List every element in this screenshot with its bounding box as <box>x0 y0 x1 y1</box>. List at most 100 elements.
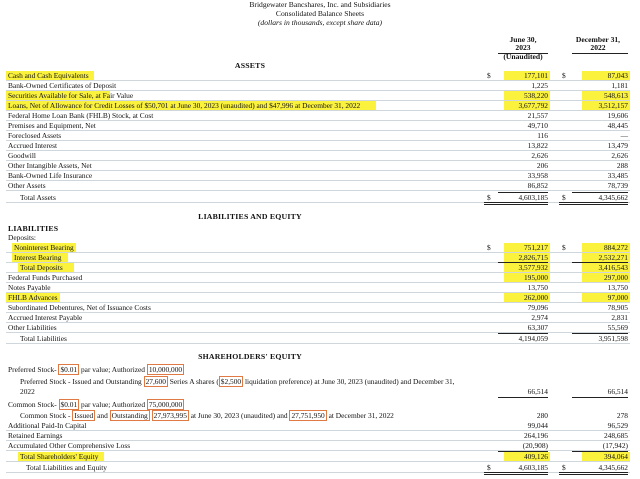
equity-row-value-col1: 264,196 <box>523 431 548 440</box>
prefio-rest: liquidation preference) at June 30, 2023… <box>243 377 455 386</box>
comio-value-col2: 278 <box>616 411 628 420</box>
currency-symbol: $ <box>562 463 566 472</box>
equity-row-value-col2: 96,529 <box>607 421 628 430</box>
subtotal-rule <box>572 192 628 193</box>
equity-row-label: Total Shareholders' Equity <box>20 452 99 461</box>
prefio-series: Series A shares ( <box>167 377 219 386</box>
asset-row-label: Total Assets <box>20 193 56 202</box>
liabilities-equity-heading: LIABILITIES AND EQUITY <box>198 212 302 221</box>
asset-row-value-col1: 49,710 <box>527 121 548 130</box>
liability-row-label: Total Liabilities <box>20 334 67 343</box>
asset-row-value-col1: 116 <box>537 131 548 140</box>
liability-row-value-col2: 55,569 <box>607 323 628 332</box>
asset-row-value-col2: 48,445 <box>607 121 628 130</box>
asset-row-label: Bank-Owned Certificates of Deposit <box>8 81 117 90</box>
liability-row-label: Noninterest Bearing <box>14 243 74 252</box>
asset-row-value-col2: 3,512,157 <box>598 101 628 110</box>
equity-row-value-col1: 4,603,185 <box>518 463 548 472</box>
com-label: Common Stock- <box>8 400 59 409</box>
asset-row-value-col2: 19,606 <box>607 111 628 120</box>
liability-row-value-col2: 2,532,271 <box>598 253 628 262</box>
asset-row-value-col1: 177,101 <box>523 71 548 80</box>
asset-row-label: Goodwill <box>8 151 36 160</box>
equity-row-label: Additional Paid-In Capital <box>8 421 87 430</box>
asset-row-value-col2: 4,345,662 <box>598 193 628 202</box>
liability-row-value-col2: 3,416,543 <box>598 263 628 272</box>
liability-row-value-col2: 97,000 <box>607 293 628 302</box>
equity-row-value-col1: 409,126 <box>523 452 548 461</box>
assets-heading: ASSETS <box>234 61 266 70</box>
asset-row-value-col1: 2,626 <box>531 151 548 160</box>
pref-label: Preferred Stock- <box>8 365 59 374</box>
currency-symbol: $ <box>487 463 491 472</box>
liability-row-label: Notes Payable <box>8 283 51 292</box>
liability-row-label: Interest Bearing <box>14 253 62 262</box>
asset-row-label: Accrued Interest <box>8 141 58 150</box>
pref-par-value: $0.01 <box>58 364 80 375</box>
asset-row-label: Cash and Cash Equivalents <box>8 71 89 80</box>
liability-row-value-col1: 63,307 <box>527 323 548 332</box>
asset-row-value-col1: 1,225 <box>531 81 548 90</box>
com-par-value: $0.01 <box>58 399 80 410</box>
asset-row-label: Premises and Equipment, Net <box>8 121 96 130</box>
col2-header-line2: 2022 <box>590 43 606 52</box>
preferred-stock-issued-year: 2022 <box>20 387 35 396</box>
asset-row-label: Loans, Net of Allowance for Credit Losse… <box>8 101 361 110</box>
equity-row-value-col1: 99,044 <box>527 421 548 430</box>
prefio-label: Preferred Stock - Issued and Outstanding <box>20 377 144 386</box>
liability-row-value-col2: 78,905 <box>607 303 628 312</box>
liability-row-value-col1: 3,577,932 <box>518 263 548 272</box>
asset-row-value-col2: 33,485 <box>607 171 628 180</box>
total-double-rule <box>559 472 628 475</box>
subtotal-rule <box>498 192 548 193</box>
comio-mid: at June 30, 2023 (unaudited) and <box>188 411 290 420</box>
liability-row-value-col1: 751,217 <box>523 243 548 252</box>
equity-row-value-col2: (17,942) <box>602 441 628 450</box>
total-double-rule <box>484 472 548 475</box>
preferred-stock-par: Preferred Stock- $0.01 par value; Author… <box>8 364 185 375</box>
prefio-value-col2: 66,514 <box>607 387 628 396</box>
total-double-rule <box>559 202 628 205</box>
asset-row-label: Securities Available for Sale, at Fair V… <box>8 91 134 100</box>
preferred-stock-issued: Preferred Stock - Issued and Outstanding… <box>20 376 455 387</box>
pref-auth-label: par value; Authorized <box>79 365 147 374</box>
liability-row-label: Total Deposits <box>20 263 63 272</box>
asset-row-value-col1: 86,852 <box>527 181 548 190</box>
row-divider <box>6 343 630 344</box>
prefio-liquidation: $2,500 <box>218 376 244 387</box>
row-divider <box>6 461 630 462</box>
subtotal-rule <box>498 333 548 334</box>
equity-row-value-col1: (20,908) <box>522 441 548 450</box>
comio-end: at December 31, 2022 <box>326 411 394 420</box>
equity-row-value-col2: 248,685 <box>603 431 628 440</box>
com-authorized: 75,000,000 <box>146 399 185 410</box>
currency-symbol: $ <box>562 71 566 80</box>
com-auth-label: par value; Authorized <box>79 400 147 409</box>
liability-row-label: Other Liabilities <box>8 323 57 332</box>
asset-row-label: Bank-Owned Life Insurance <box>8 171 93 180</box>
asset-row-value-col2: 13,479 <box>607 141 628 150</box>
liability-row-value-col2: 13,750 <box>607 283 628 292</box>
comio-and: and <box>95 411 110 420</box>
asset-row-value-col2: 78,739 <box>607 181 628 190</box>
liability-row-value-col1: 4,194,059 <box>518 334 548 343</box>
equity-heading: SHAREHOLDERS' EQUITY <box>198 352 302 361</box>
currency-symbol: $ <box>487 193 491 202</box>
asset-row-label: Foreclosed Assets <box>8 131 62 140</box>
equity-row-label: Total Liabilities and Equity <box>26 463 107 472</box>
liability-row-value-col1: 2,826,715 <box>518 253 548 262</box>
liability-row-value-col1: 195,000 <box>523 273 548 282</box>
asset-row-value-col1: 21,557 <box>527 111 548 120</box>
comio-issued: Issued <box>72 410 96 421</box>
currency-symbol: $ <box>487 243 491 252</box>
currency-symbol: $ <box>562 193 566 202</box>
liability-row-label: Federal Funds Purchased <box>8 273 83 282</box>
subtotal-rule <box>572 451 628 452</box>
asset-row-value-col2: 288 <box>616 161 628 170</box>
comio-shares-2023: 27,973,995 <box>151 410 189 421</box>
liability-row-value-col1: 13,750 <box>527 283 548 292</box>
liability-row-value-col2: 884,272 <box>603 243 628 252</box>
row-divider <box>6 190 630 191</box>
asset-row-value-col2: 2,626 <box>611 151 628 160</box>
liability-row-value-col1: 2,974 <box>531 313 548 322</box>
